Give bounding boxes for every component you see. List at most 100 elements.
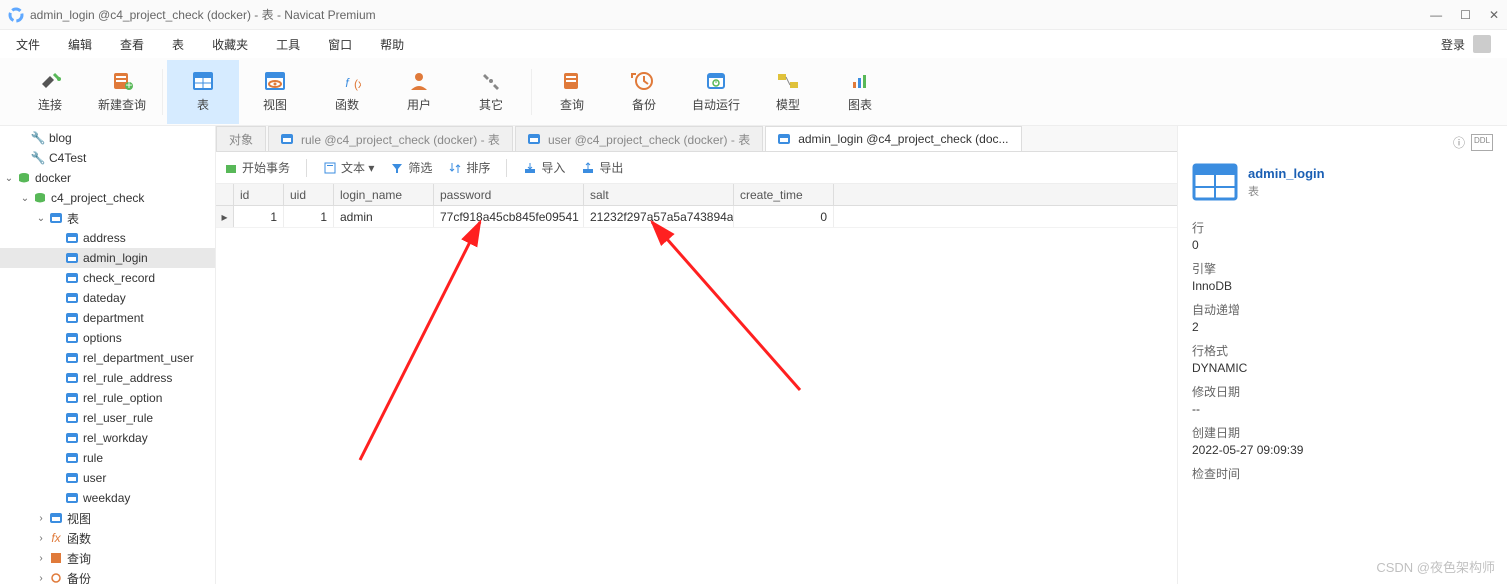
expand-icon[interactable]: › — [34, 513, 48, 524]
tree-table-item[interactable]: user — [0, 468, 215, 488]
tool-autorun[interactable]: 自动运行 — [680, 60, 752, 124]
menu-edit[interactable]: 编辑 — [68, 36, 92, 53]
begin-transaction-button[interactable]: 开始事务 — [224, 159, 290, 176]
avatar-icon[interactable] — [1473, 35, 1491, 53]
tree-table-item[interactable]: options — [0, 328, 215, 348]
tree-table-item[interactable]: rel_department_user — [0, 348, 215, 368]
minimize-icon[interactable]: — — [1430, 8, 1442, 22]
maximize-icon[interactable]: ☐ — [1460, 8, 1471, 22]
tool-table[interactable]: 表 — [167, 60, 239, 124]
collapse-icon[interactable]: ⌄ — [2, 173, 16, 184]
export-button[interactable]: 导出 — [581, 159, 623, 176]
ddl-icon[interactable]: DDL — [1471, 134, 1493, 151]
cell-create-time[interactable]: 0 — [734, 206, 834, 227]
tree-table-item[interactable]: admin_login — [0, 248, 215, 268]
backup-icon — [630, 70, 658, 92]
expand-icon[interactable]: › — [34, 533, 48, 544]
tool-user[interactable]: 用户 — [383, 60, 455, 124]
tree-views[interactable]: ›视图 — [0, 508, 215, 528]
table-name-label: options — [83, 331, 122, 345]
tree-table-item[interactable]: dateday — [0, 288, 215, 308]
close-icon[interactable]: ✕ — [1489, 8, 1499, 22]
field-value: DYNAMIC — [1192, 361, 1493, 375]
expand-icon[interactable]: › — [34, 553, 48, 564]
window-title: admin_login @c4_project_check (docker) -… — [30, 6, 376, 23]
menu-table[interactable]: 表 — [172, 36, 184, 53]
connection-tree: 🔧blog 🔧C4Test ⌄docker ⌄c4_project_check … — [0, 126, 215, 584]
col-password[interactable]: password — [434, 184, 584, 205]
tool-backup[interactable]: 备份 — [608, 60, 680, 124]
tree-functions[interactable]: ›fx函数 — [0, 528, 215, 548]
menu-help[interactable]: 帮助 — [380, 36, 404, 53]
info-field: 自动递增2 — [1192, 301, 1493, 334]
table-row[interactable]: ▸ 1 1 admin 77cf918a45cb845fe09541 21232… — [216, 206, 1177, 228]
tool-connect[interactable]: 连接 — [14, 60, 86, 124]
tree-connection[interactable]: 🔧C4Test — [0, 148, 215, 168]
menu-view[interactable]: 查看 — [120, 36, 144, 53]
table-icon — [64, 311, 80, 325]
tool-view[interactable]: 视图 — [239, 60, 311, 124]
tool-model[interactable]: 模型 — [752, 60, 824, 124]
tree-table-item[interactable]: address — [0, 228, 215, 248]
login-link[interactable]: 登录 — [1441, 36, 1465, 53]
window-controls: — ☐ ✕ — [1430, 8, 1499, 22]
table-name-label: check_record — [83, 271, 155, 285]
tab-user[interactable]: user @c4_project_check (docker) - 表 — [515, 126, 763, 151]
separator — [506, 159, 507, 177]
sort-button[interactable]: 排序 — [448, 159, 490, 176]
tree-table-item[interactable]: weekday — [0, 488, 215, 508]
table-icon — [64, 491, 80, 505]
tree-connection-docker[interactable]: ⌄docker — [0, 168, 215, 188]
tree-connection[interactable]: 🔧blog — [0, 128, 215, 148]
col-id[interactable]: id — [234, 184, 284, 205]
tree-table-item[interactable]: rel_workday — [0, 428, 215, 448]
tree-tables-folder[interactable]: ⌄表 — [0, 208, 215, 228]
tree-queries[interactable]: ›查询 — [0, 548, 215, 568]
expand-icon[interactable]: › — [34, 573, 48, 584]
table-icon — [64, 431, 80, 445]
object-type: 表 — [1248, 183, 1325, 199]
tree-table-item[interactable]: department — [0, 308, 215, 328]
table-name-label: address — [83, 231, 126, 245]
app-logo-icon — [8, 7, 24, 23]
col-uid[interactable]: uid — [284, 184, 334, 205]
tree-backup[interactable]: ›备份 — [0, 568, 215, 584]
tool-other[interactable]: 其它 — [455, 60, 527, 124]
field-label: 创建日期 — [1192, 424, 1493, 441]
collapse-icon[interactable]: ⌄ — [34, 213, 48, 224]
menu-favorites[interactable]: 收藏夹 — [212, 36, 248, 53]
filter-button[interactable]: 筛选 — [390, 159, 432, 176]
cell-uid[interactable]: 1 — [284, 206, 334, 227]
tab-rule[interactable]: rule @c4_project_check (docker) - 表 — [268, 126, 513, 151]
cell-login-name[interactable]: admin — [334, 206, 434, 227]
tool-query[interactable]: 查询 — [536, 60, 608, 124]
menu-window[interactable]: 窗口 — [328, 36, 352, 53]
cell-password[interactable]: 77cf918a45cb845fe09541 — [434, 206, 584, 227]
tree-database[interactable]: ⌄c4_project_check — [0, 188, 215, 208]
tool-newquery[interactable]: + 新建查询 — [86, 60, 158, 124]
tree-table-list: address admin_login check_recorddateday dep… — [0, 228, 215, 508]
table-name-label: department — [83, 311, 144, 325]
tab-admin-login[interactable]: admin_login @c4_project_check (doc... — [765, 126, 1021, 151]
collapse-icon[interactable]: ⌄ — [18, 193, 32, 204]
col-create-time[interactable]: create_time — [734, 184, 834, 205]
tree-table-item[interactable]: rule — [0, 448, 215, 468]
tool-function[interactable]: f(x) 函数 — [311, 60, 383, 124]
col-login-name[interactable]: login_name — [334, 184, 434, 205]
field-label: 检查时间 — [1192, 465, 1493, 482]
tree-table-item[interactable]: rel_user_rule — [0, 408, 215, 428]
tree-table-item[interactable]: check_record — [0, 268, 215, 288]
col-salt[interactable]: salt — [584, 184, 734, 205]
tool-chart[interactable]: 图表 — [824, 60, 896, 124]
tree-table-item[interactable]: rel_rule_option — [0, 388, 215, 408]
menu-tools[interactable]: 工具 — [276, 36, 300, 53]
menu-file[interactable]: 文件 — [16, 36, 40, 53]
cell-id[interactable]: 1 — [234, 206, 284, 227]
tab-objects[interactable]: 对象 — [216, 126, 266, 151]
tree-table-item[interactable]: rel_rule_address — [0, 368, 215, 388]
text-mode-button[interactable]: 文本 ▾ — [323, 159, 374, 176]
cell-salt[interactable]: 21232f297a57a5a743894a — [584, 206, 734, 227]
info-icon[interactable]: ⓘ — [1453, 134, 1465, 151]
import-button[interactable]: 导入 — [523, 159, 565, 176]
field-label: 行格式 — [1192, 342, 1493, 359]
